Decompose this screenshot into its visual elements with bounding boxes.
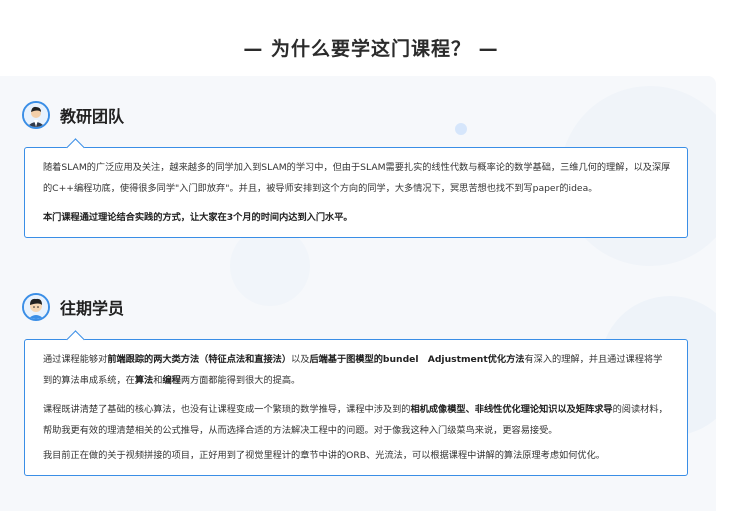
research-team-paragraph: 随着SLAM的广泛应用及关注，越来越多的同学加入到SLAM的学习中，但由于SLA…: [43, 162, 671, 194]
research-team-highlight: 本门课程通过理论结合实践的方式，让大家在3个月的时间内达到入门水平。: [43, 212, 353, 223]
teacher-avatar-icon: [22, 101, 50, 129]
testimonial-1: 通过课程能够对前端跟踪的两大类方法（特征点法和直接法）以及后端基于图模型的bun…: [43, 354, 663, 386]
past-students-card: 通过课程能够对前端跟踪的两大类方法（特征点法和直接法）以及后端基于图模型的bun…: [24, 339, 688, 476]
page-title: — 为什么要学这门课程？ —: [243, 38, 499, 60]
decor-dot: [455, 123, 467, 135]
section-header-research-team: 教研团队: [22, 101, 124, 129]
research-team-card: 随着SLAM的广泛应用及关注，越来越多的同学加入到SLAM的学习中，但由于SLA…: [24, 147, 688, 238]
testimonial-2: 课程既讲清楚了基础的核心算法，也没有让课程变成一个繁琐的数学推导，课程中涉及到的…: [43, 404, 668, 436]
section-header-past-students: 往期学员: [22, 293, 124, 321]
section-title: 往期学员: [60, 299, 125, 318]
student-avatar-icon: [22, 293, 50, 321]
content-panel: 教研团队 随着SLAM的广泛应用及关注，越来越多的同学加入到SLAM的学习中，但…: [0, 76, 716, 511]
decor-circle: [230, 226, 310, 306]
section-title: 教研团队: [60, 107, 125, 126]
testimonial-3: 我目前正在做的关于视频拼接的项目，正好用到了视觉里程计的章节中讲的ORB、光流法…: [43, 450, 605, 461]
page: — 为什么要学这门课程？ — 教研团队 随着SLAM的广泛应用及关注，越来越多的…: [0, 0, 742, 511]
